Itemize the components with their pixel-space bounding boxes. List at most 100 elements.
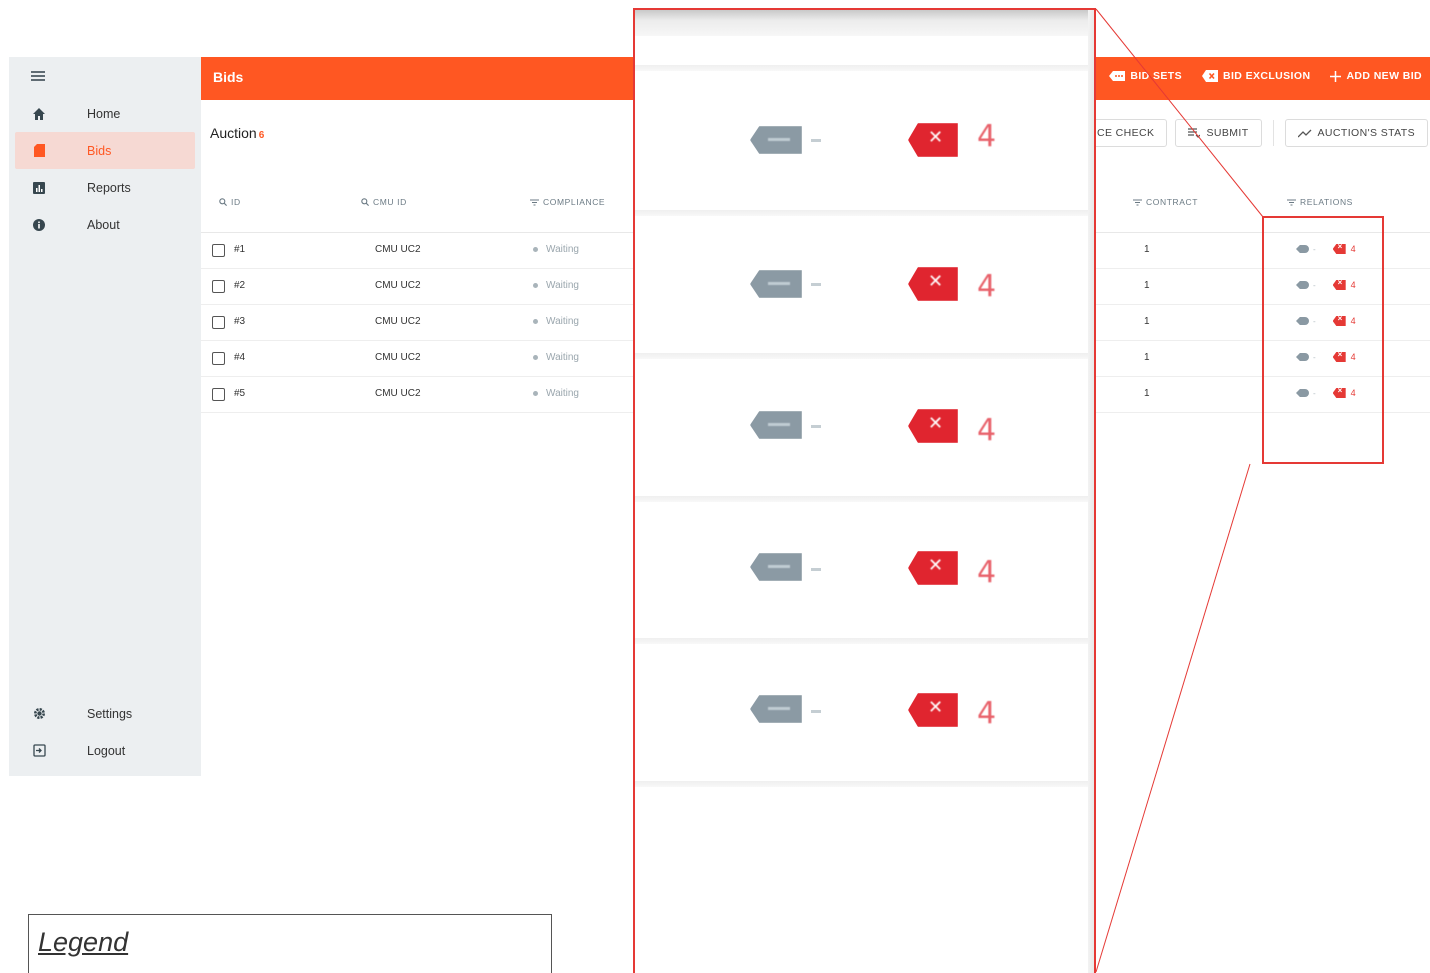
filter-icon xyxy=(530,198,539,206)
status-dot-icon xyxy=(533,283,538,288)
compliance-status: Waiting xyxy=(533,388,579,399)
exclusion-count: 4 xyxy=(977,119,997,154)
bid-set-tag-icon xyxy=(750,270,802,298)
bid-set-tag-icon xyxy=(750,695,802,723)
sidebar-item-label: Reports xyxy=(87,180,131,195)
zoom-row-divider xyxy=(635,781,1090,787)
row-checkbox[interactable] xyxy=(212,280,225,293)
zoom-scroll-edge xyxy=(1088,10,1094,973)
exclusion-tag-icon xyxy=(908,123,958,157)
relations-zoom-panel: 4 4 4 4 xyxy=(633,8,1096,973)
bid-id: #2 xyxy=(234,280,246,291)
contract-value: 1 xyxy=(1144,244,1150,255)
submit-button[interactable]: SUBMIT xyxy=(1175,119,1262,147)
auction-toolbar: NCE CHECK SUBMIT AUCTION'S STATS xyxy=(1076,119,1428,147)
bid-set-tag-icon xyxy=(750,126,802,154)
zoom-row: 4 xyxy=(635,216,1090,353)
zoom-row: 4 xyxy=(635,644,1090,781)
bid-sets-icon xyxy=(1109,71,1126,81)
relations-highlight-box xyxy=(1262,216,1384,464)
logout-icon xyxy=(32,744,46,758)
row-checkbox[interactable] xyxy=(212,352,225,365)
trend-line-icon xyxy=(1297,129,1311,137)
exclusion-count: 4 xyxy=(977,696,997,731)
zoom-content: 4 4 4 4 xyxy=(635,10,1090,973)
auction-stats-label: AUCTION'S STATS xyxy=(1317,127,1415,139)
bid-set-empty-marker xyxy=(811,283,821,286)
sidebar-bottom: Settings Logout xyxy=(9,695,201,769)
sidebar-item-bids[interactable]: Bids xyxy=(15,132,195,169)
page-title: Bids xyxy=(213,69,244,85)
sidebar-item-logout[interactable]: Logout xyxy=(15,732,195,769)
compliance-status-label: Waiting xyxy=(546,352,579,363)
sidebar-item-reports[interactable]: Reports xyxy=(15,169,195,206)
bid-set-empty-marker xyxy=(811,425,821,428)
sidebar-item-label: About xyxy=(87,217,120,232)
home-icon xyxy=(32,107,46,121)
sidebar-item-label: Bids xyxy=(87,143,112,158)
exclusion-tag-icon xyxy=(908,551,958,585)
bid-id: #5 xyxy=(234,388,246,399)
bid-id: #4 xyxy=(234,352,246,363)
connector-line-bottom xyxy=(1095,463,1251,973)
column-header-label: CMU ID xyxy=(373,197,407,207)
bid-sets-button[interactable]: BID SETS xyxy=(1109,70,1182,82)
auction-stats-button[interactable]: AUCTION'S STATS xyxy=(1284,119,1428,147)
bid-set-empty-marker xyxy=(811,710,821,713)
sidebar-item-label: Logout xyxy=(87,743,126,758)
exclusion-count: 4 xyxy=(977,413,997,448)
header-actions: BID SETS BID EXCLUSION ADD NEW BID xyxy=(1109,70,1422,82)
add-new-bid-label: ADD NEW BID xyxy=(1346,70,1422,82)
compliance-status-label: Waiting xyxy=(546,316,579,327)
contract-value: 1 xyxy=(1144,388,1150,399)
add-new-bid-button[interactable]: ADD NEW BID xyxy=(1330,70,1422,82)
cmu-id: CMU UC2 xyxy=(375,316,421,327)
row-checkbox[interactable] xyxy=(212,316,225,329)
column-header-compliance[interactable]: COMPLIANCE xyxy=(530,197,605,207)
hamburger-menu-icon[interactable] xyxy=(31,71,45,81)
compliance-status-label: Waiting xyxy=(546,388,579,399)
sidebar-item-label: Home xyxy=(87,106,121,121)
column-header-relations[interactable]: RELATIONS xyxy=(1287,197,1353,207)
cmu-id: CMU UC2 xyxy=(375,352,421,363)
bid-id: #3 xyxy=(234,316,246,327)
bid-set-tag-icon xyxy=(750,411,802,439)
bid-exclusion-button[interactable]: BID EXCLUSION xyxy=(1201,70,1310,82)
exclusion-tag-icon xyxy=(908,693,958,727)
bar-chart-icon xyxy=(32,181,46,195)
search-icon xyxy=(219,198,227,206)
sidebar: Home Bids Reports About Settings Logout xyxy=(9,57,201,776)
bid-sets-label: BID SETS xyxy=(1130,70,1182,82)
bid-set-empty-marker xyxy=(811,139,821,142)
bid-set-empty-marker xyxy=(811,568,821,571)
sidebar-item-about[interactable]: About xyxy=(15,206,195,243)
row-checkbox[interactable] xyxy=(212,388,225,401)
bid-set-tag-icon xyxy=(750,553,802,581)
compliance-check-label: NCE CHECK xyxy=(1089,127,1155,139)
row-checkbox[interactable] xyxy=(212,244,225,257)
auction-label: Auction xyxy=(210,125,257,141)
column-header-id[interactable]: ID xyxy=(219,197,241,207)
zoom-row: 4 xyxy=(635,359,1090,496)
legend-title: Legend xyxy=(38,927,129,957)
status-dot-icon xyxy=(533,319,538,324)
connector-line-top xyxy=(1095,8,1264,218)
contract-value: 1 xyxy=(1144,352,1150,363)
submit-list-icon xyxy=(1188,128,1201,138)
column-header-label: RELATIONS xyxy=(1300,197,1353,207)
compliance-status: Waiting xyxy=(533,244,579,255)
cmu-id: CMU UC2 xyxy=(375,388,421,399)
exclusion-tag-icon xyxy=(908,409,958,443)
toolbar-divider xyxy=(1272,120,1274,146)
plus-icon xyxy=(1330,70,1342,82)
column-header-contract[interactable]: CONTRACT xyxy=(1133,197,1198,207)
sidebar-item-home[interactable]: Home xyxy=(15,95,195,132)
sidebar-item-settings[interactable]: Settings xyxy=(15,695,195,732)
status-dot-icon xyxy=(533,355,538,360)
compliance-status-label: Waiting xyxy=(546,280,579,291)
zoom-row: 4 xyxy=(635,502,1090,639)
cmu-id: CMU UC2 xyxy=(375,280,421,291)
column-header-label: ID xyxy=(231,197,241,207)
column-header-cmu-id[interactable]: CMU ID xyxy=(361,197,407,207)
filter-icon xyxy=(1287,198,1296,206)
